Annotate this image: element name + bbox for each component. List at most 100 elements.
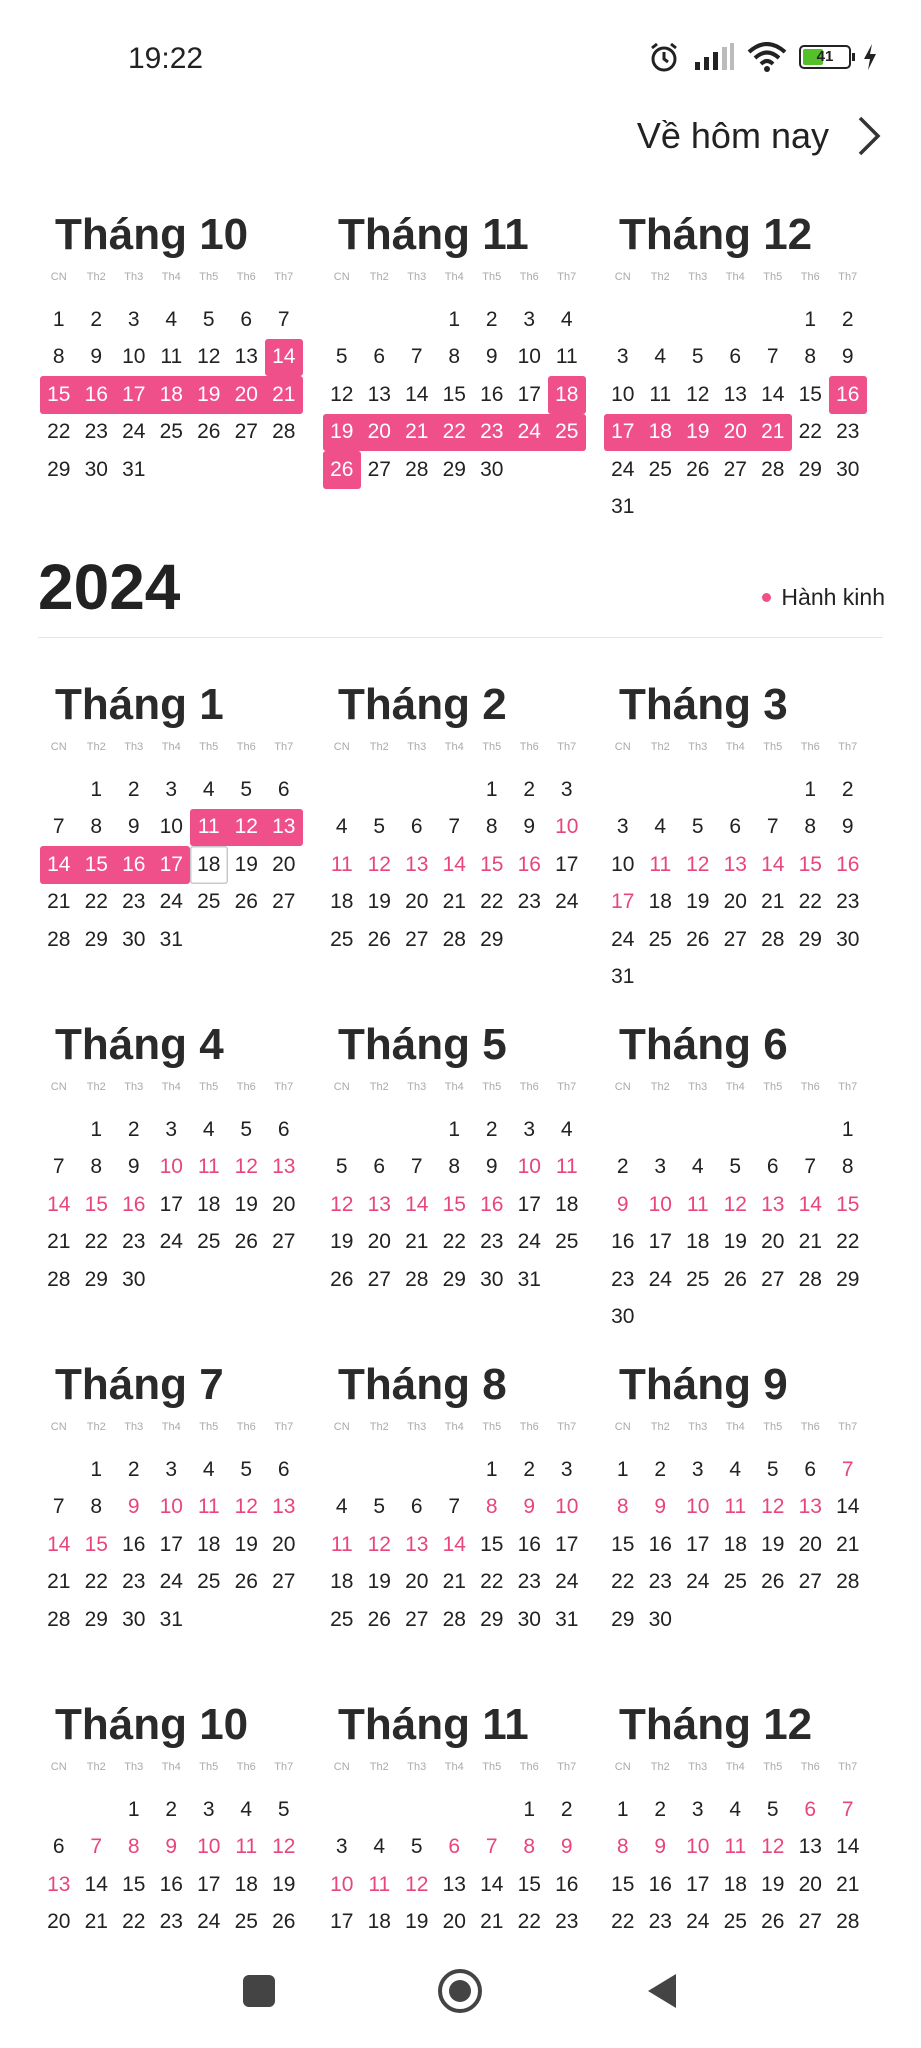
day-cell[interactable]: 10: [511, 1149, 549, 1187]
day-cell[interactable]: 19: [361, 884, 399, 922]
day-cell[interactable]: 17: [153, 1526, 191, 1564]
day-cell[interactable]: 15: [115, 1866, 153, 1904]
day-cell[interactable]: 9: [604, 1186, 642, 1224]
day-cell[interactable]: 23: [115, 884, 153, 922]
day-cell[interactable]: 12: [398, 1866, 436, 1904]
day-cell[interactable]: 6: [361, 1149, 399, 1187]
day-cell[interactable]: 3: [642, 1149, 680, 1187]
day-cell[interactable]: 29: [78, 921, 116, 959]
day-cell[interactable]: 23: [604, 1261, 642, 1299]
day-cell[interactable]: 19: [361, 1564, 399, 1602]
day-cell[interactable]: 15: [792, 376, 830, 414]
day-cell[interactable]: 3: [679, 1451, 717, 1489]
day-cell[interactable]: 8: [511, 1829, 549, 1867]
day-cell[interactable]: 18: [679, 1224, 717, 1262]
day-cell[interactable]: 12: [717, 1186, 755, 1224]
day-cell[interactable]: 8: [115, 1829, 153, 1867]
day-cell[interactable]: 2: [548, 1791, 586, 1829]
day-cell[interactable]: 31: [604, 489, 642, 527]
day-cell[interactable]: 7: [398, 1149, 436, 1187]
day-cell[interactable]: 5: [228, 1451, 266, 1489]
day-cell[interactable]: 29: [40, 451, 78, 489]
home-button[interactable]: [435, 1966, 485, 2016]
day-cell[interactable]: 29: [792, 451, 830, 489]
day-cell[interactable]: 7: [829, 1791, 867, 1829]
day-cell[interactable]: 7: [40, 1489, 78, 1527]
day-cell[interactable]: 15: [77, 846, 115, 884]
day-cell[interactable]: 2: [829, 301, 867, 339]
day-cell[interactable]: 5: [754, 1791, 792, 1829]
day-cell[interactable]: 15: [473, 846, 511, 884]
day-cell[interactable]: 27: [361, 1261, 399, 1299]
day-cell[interactable]: 7: [473, 1829, 511, 1867]
day-cell[interactable]: 15: [436, 376, 474, 414]
day-cell[interactable]: 7: [398, 339, 436, 377]
day-cell[interactable]: 4: [190, 1451, 228, 1489]
day-cell[interactable]: 11: [642, 846, 680, 884]
day-cell[interactable]: 22: [604, 1564, 642, 1602]
day-cell[interactable]: 8: [792, 809, 830, 847]
day-cell[interactable]: 27: [398, 921, 436, 959]
day-cell[interactable]: 16: [115, 846, 153, 884]
day-cell[interactable]: 8: [792, 339, 830, 377]
day-cell[interactable]: 12: [190, 339, 228, 377]
day-cell[interactable]: 22: [78, 1564, 116, 1602]
day-cell[interactable]: 12: [361, 1526, 399, 1564]
day-cell[interactable]: 27: [228, 414, 266, 452]
day-cell[interactable]: 9: [473, 339, 511, 377]
day-cell[interactable]: 1: [78, 1111, 116, 1149]
day-cell[interactable]: 20: [265, 1526, 303, 1564]
day-cell[interactable]: 7: [436, 1489, 474, 1527]
day-cell[interactable]: 24: [679, 1564, 717, 1602]
day-cell[interactable]: 27: [361, 451, 399, 489]
day-cell[interactable]: 13: [265, 1149, 303, 1187]
day-cell[interactable]: 13: [265, 808, 303, 846]
day-cell[interactable]: 25: [717, 1564, 755, 1602]
day-cell[interactable]: 11: [548, 1149, 586, 1187]
day-cell[interactable]: 8: [436, 1149, 474, 1187]
day-cell[interactable]: 24: [510, 413, 548, 451]
day-cell[interactable]: 2: [511, 771, 549, 809]
day-cell[interactable]: 9: [642, 1829, 680, 1867]
day-cell[interactable]: 6: [40, 1829, 78, 1867]
day-cell[interactable]: 10: [548, 809, 586, 847]
day-cell[interactable]: 11: [228, 1829, 266, 1867]
day-cell[interactable]: 17: [679, 1866, 717, 1904]
day-cell[interactable]: 28: [792, 1261, 830, 1299]
day-cell[interactable]: 11: [361, 1866, 399, 1904]
day-cell[interactable]: 23: [511, 884, 549, 922]
day-cell[interactable]: 17: [642, 1224, 680, 1262]
day-cell[interactable]: 25: [323, 921, 361, 959]
day-cell[interactable]: 5: [190, 301, 228, 339]
day-cell[interactable]: 16: [604, 1224, 642, 1262]
day-cell[interactable]: 9: [548, 1829, 586, 1867]
day-cell[interactable]: 13: [792, 1829, 830, 1867]
day-cell[interactable]: 13: [436, 1866, 474, 1904]
day-cell[interactable]: 16: [829, 846, 867, 884]
day-cell[interactable]: 19: [228, 1526, 266, 1564]
day-cell[interactable]: 19: [717, 1224, 755, 1262]
day-cell[interactable]: 11: [642, 376, 680, 414]
day-cell[interactable]: 29: [78, 1261, 116, 1299]
day-cell[interactable]: 14: [754, 376, 792, 414]
day-cell[interactable]: 11: [548, 339, 586, 377]
day-cell[interactable]: 10: [511, 339, 549, 377]
day-cell[interactable]: 20: [265, 846, 303, 884]
day-cell[interactable]: 2: [115, 1451, 153, 1489]
day-cell[interactable]: 27: [754, 1261, 792, 1299]
day-cell[interactable]: 1: [604, 1791, 642, 1829]
day-cell[interactable]: 19: [265, 1866, 303, 1904]
day-cell[interactable]: 1: [78, 1451, 116, 1489]
day-cell[interactable]: 3: [604, 339, 642, 377]
day-cell[interactable]: 1: [40, 301, 78, 339]
day-cell[interactable]: 24: [548, 1564, 586, 1602]
day-cell[interactable]: 26: [228, 1564, 266, 1602]
day-cell[interactable]: 31: [153, 1601, 191, 1639]
day-cell[interactable]: 11: [190, 808, 228, 846]
day-cell[interactable]: 8: [78, 1489, 116, 1527]
day-cell[interactable]: 27: [265, 884, 303, 922]
day-cell[interactable]: 19: [679, 413, 717, 451]
day-cell[interactable]: 20: [265, 1186, 303, 1224]
day-cell[interactable]: 2: [78, 301, 116, 339]
day-cell[interactable]: 12: [265, 1829, 303, 1867]
